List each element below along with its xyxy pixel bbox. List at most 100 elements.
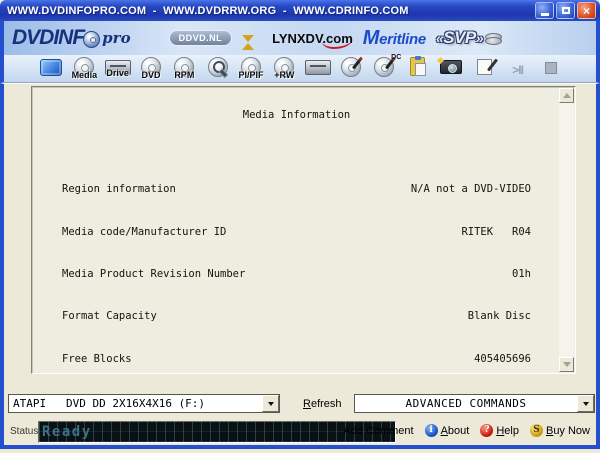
- minimize-icon: [540, 13, 549, 16]
- media-info-row: Media code/Manufacturer ID RITEK R04: [62, 227, 531, 238]
- window-title: WWW.DVDINFOPRO.COM - WWW.DVDRRW.ORG - WW…: [7, 4, 409, 17]
- maximize-button[interactable]: [556, 2, 575, 19]
- svp-banner-link[interactable]: «SVP»: [436, 28, 503, 48]
- question-icon: ?: [480, 424, 494, 437]
- chevron-down-icon: [267, 402, 274, 409]
- toolbar-icon: [40, 59, 62, 76]
- drive-select-dropdown-button[interactable]: [262, 395, 279, 412]
- advanced-commands-value: ADVANCED COMMANDS: [405, 397, 527, 410]
- info-label: Region information: [62, 183, 176, 196]
- media-info-row: Format Capacity Blank Disc: [62, 311, 531, 322]
- info-label: Free Blocks: [62, 352, 132, 365]
- drive-select[interactable]: ATAPI DVD DD 2X16X4X16 (F:): [8, 394, 280, 413]
- status-label: Status: [10, 426, 39, 437]
- dvdinfopro-logo: DVDINF pro: [12, 26, 131, 50]
- title-bar[interactable]: WWW.DVDINFOPRO.COM - WWW.DVDRRW.ORG - WW…: [0, 0, 600, 21]
- media-info-icon[interactable]: Media: [69, 57, 99, 80]
- arrow-down-icon: [562, 362, 571, 371]
- play-pause-icon[interactable]: >II: [503, 57, 533, 79]
- logo-pro-text: pro: [102, 29, 131, 47]
- toolbar-icon: [340, 57, 361, 77]
- disc-scan-icon[interactable]: [203, 57, 233, 77]
- drive-select-value: ATAPI DVD DD 2X16X4X16 (F:): [13, 397, 206, 410]
- media-information-panel: Media Information Region information N/A…: [31, 86, 576, 374]
- link-label: About: [440, 424, 470, 437]
- toolbar-icon-label: Drive: [106, 68, 129, 78]
- buy-now-link[interactable]: S Buy Now: [529, 424, 590, 437]
- header-banner: DVDINF pro DDVD.NL LYNXDV.com Meritline …: [0, 21, 600, 55]
- info-label: Media Product Revision Number: [62, 268, 246, 281]
- toolbar-icon: >II: [512, 61, 524, 79]
- toolbar-icon-mark: >II: [512, 63, 524, 77]
- minimize-button[interactable]: [535, 2, 554, 19]
- write-dc-test-icon[interactable]: DC: [369, 54, 401, 77]
- scroll-down-button[interactable]: [559, 357, 574, 372]
- toolbar-icon: [544, 62, 557, 74]
- window-controls: ×: [535, 2, 596, 19]
- toolbar-icon-label: PI/PIF: [238, 70, 264, 80]
- media-info-row: Media Product Revision Number 01h: [62, 269, 531, 280]
- toolbar-icon-label: RPM: [174, 70, 195, 80]
- toolbar-icon-mark: DC: [391, 54, 402, 61]
- disc-stack-icon: [485, 33, 503, 45]
- rpm-test-icon[interactable]: RPM: [169, 57, 199, 80]
- link-label: Help: [496, 424, 519, 437]
- close-icon: ×: [582, 3, 590, 18]
- lynxdv-banner-link[interactable]: LYNXDV.com: [272, 30, 353, 49]
- info-value: N/A not a DVD-VIDEO: [410, 183, 531, 196]
- media-info-row: Region information N/A not a DVD-VIDEO: [62, 184, 531, 195]
- info-value: Blank Disc: [467, 310, 531, 323]
- maximize-icon: [561, 7, 570, 14]
- link-label: Buy Now: [545, 424, 590, 437]
- edit-notes-icon[interactable]: [469, 57, 499, 75]
- info-label: Media code/Manufacturer ID: [62, 225, 227, 238]
- plus-rw-icon[interactable]: +RW: [269, 57, 299, 80]
- svp-right-chevron: »: [475, 30, 484, 46]
- info-value: 405405696: [474, 352, 531, 365]
- ddvd-label: DDVD.NL: [178, 33, 223, 43]
- lynxdv-suffix: .com: [322, 30, 353, 49]
- info-icon: i: [424, 424, 438, 437]
- advanced-commands-dropdown-button[interactable]: [577, 395, 594, 412]
- dvdinfopro-window: WWW.DVDINFOPRO.COM - WWW.DVDRRW.ORG - WW…: [0, 0, 600, 453]
- toolbar-icon-label: DVD: [141, 70, 161, 80]
- add-comment-link[interactable]: Add Comment: [343, 425, 413, 437]
- stop-icon[interactable]: [536, 57, 566, 74]
- chevron-down-icon: [582, 402, 589, 409]
- info-value: 01h: [512, 268, 531, 281]
- screenshot-camera-icon[interactable]: [436, 57, 466, 74]
- close-button[interactable]: ×: [577, 2, 596, 19]
- status-value: Ready: [42, 424, 92, 440]
- media-information-text: Media Information Region information N/A…: [62, 89, 531, 371]
- clipboard-icon[interactable]: [403, 56, 433, 76]
- help-link[interactable]: ? Help: [480, 424, 519, 437]
- drive-info-icon[interactable]: Drive: [103, 57, 133, 78]
- ddvd-banner-link[interactable]: DDVD.NL: [168, 30, 233, 46]
- scroll-up-button[interactable]: [559, 88, 574, 103]
- vertical-scrollbar[interactable]: [559, 88, 574, 372]
- toolbar-icon-label: Media: [71, 70, 98, 80]
- hourglass-icon: [242, 34, 255, 50]
- media-info-rows: Region information N/A not a DVD-VIDEO M…: [62, 142, 531, 371]
- refresh-button[interactable]: Refresh: [303, 398, 342, 410]
- meritline-banner-link[interactable]: Meritline: [363, 27, 426, 50]
- lynxdv-label: LYNXDV: [272, 30, 323, 46]
- media-information-title: Media Information: [242, 109, 351, 122]
- dialog-body: Media Information Region information N/A…: [0, 83, 600, 449]
- hardware-icon[interactable]: [303, 57, 333, 75]
- pi-pif-scan-icon[interactable]: PI/PIF: [236, 57, 266, 80]
- advanced-commands-select[interactable]: ADVANCED COMMANDS: [354, 394, 595, 413]
- toolbar-icon: DC: [374, 54, 401, 77]
- write-test-icon[interactable]: [336, 57, 366, 77]
- about-link[interactable]: i About: [424, 424, 470, 437]
- logo-text: DVDINF: [12, 26, 85, 49]
- svp-label: SVP: [443, 28, 476, 47]
- dvd-icon[interactable]: DVD: [136, 57, 166, 80]
- toolbar-icon: [439, 60, 462, 74]
- info-value: RITEK R04: [461, 225, 531, 238]
- toolbar-icon: [410, 56, 427, 76]
- link-label: Add Comment: [343, 424, 414, 437]
- toolbar-icon-label: +RW: [274, 70, 295, 80]
- toolbar-icon: [207, 57, 228, 77]
- system-monitor-icon[interactable]: [36, 57, 66, 76]
